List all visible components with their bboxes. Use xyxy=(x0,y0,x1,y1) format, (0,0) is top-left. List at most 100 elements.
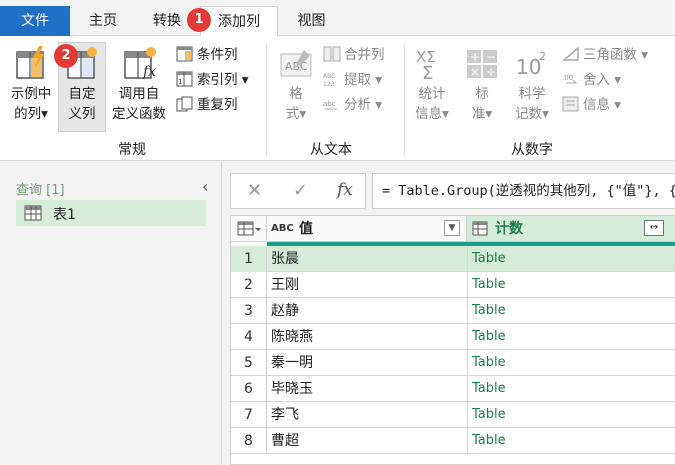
svg-text:Σ: Σ xyxy=(422,63,433,82)
group-label-general: 常规 xyxy=(118,142,146,158)
table-row[interactable]: 4 陈晓燕 Table xyxy=(231,324,675,350)
index-column-button[interactable]: 1 索引列 ▾ xyxy=(176,69,249,91)
statistics-button[interactable]: XΣ Σ 统计 信息▾ xyxy=(410,46,454,124)
row-number[interactable]: 3 xyxy=(231,298,267,324)
formula-expression-input[interactable]: = Table.Group(逆透视的其他列, {"值"}, {{"计数", ea… xyxy=(372,173,675,209)
row-number[interactable]: 6 xyxy=(231,376,267,402)
column-from-examples-button[interactable]: 示例中 的列▾ xyxy=(6,46,56,124)
column-header-count-label: 计数 xyxy=(495,221,523,237)
cancel-formula-icon[interactable]: ✕ xyxy=(247,180,262,201)
scientific-label-1: 科学 xyxy=(518,86,546,102)
svg-text:ABC: ABC xyxy=(323,73,335,80)
tab-file[interactable]: 文件 xyxy=(0,6,70,36)
column-from-examples-label-2: 的列▾ xyxy=(14,106,48,122)
query-item-table1[interactable]: 表1 xyxy=(16,200,206,226)
scientific-label-2-text: 记数 xyxy=(515,106,543,122)
cell-table-link[interactable]: Table xyxy=(472,246,506,272)
format-abc-icon: ABC xyxy=(280,50,312,77)
cell-value[interactable]: 赵静 xyxy=(271,298,299,324)
column-header-count[interactable]: 计数 ↔ xyxy=(467,216,675,242)
standard-label-1: 标 xyxy=(475,86,489,102)
svg-text:ABC: ABC xyxy=(285,60,308,73)
row-number[interactable]: 1 xyxy=(231,246,267,272)
cell-table-link[interactable]: Table xyxy=(472,324,506,350)
row-number[interactable]: 4 xyxy=(231,324,267,350)
cell-table-link[interactable]: Table xyxy=(472,376,506,402)
duplicate-column-button[interactable]: 重复列 xyxy=(176,94,238,116)
table-row[interactable]: 7 李飞 Table xyxy=(231,402,675,428)
row-number[interactable]: 7 xyxy=(231,402,267,428)
cell-table-link[interactable]: Table xyxy=(472,298,506,324)
table-icon xyxy=(24,205,42,221)
table-row[interactable]: 2 王刚 Table xyxy=(231,272,675,298)
table-row[interactable]: 5 秦一明 Table xyxy=(231,350,675,376)
format-label-2-text: 式 xyxy=(285,106,300,122)
svg-text:.00: .00 xyxy=(562,74,573,82)
cell-table-link[interactable]: Table xyxy=(472,402,506,428)
cell-table-link[interactable]: Table xyxy=(472,428,506,454)
svg-text:×: × xyxy=(470,65,480,79)
expand-column-icon[interactable]: ↔ xyxy=(644,220,664,236)
collapse-pane-chevron-icon[interactable]: ‹ xyxy=(202,177,208,196)
statistics-label-2-text: 信息 xyxy=(415,106,443,122)
table-row[interactable]: 6 毕晓玉 Table xyxy=(231,376,675,402)
table-menu-button[interactable] xyxy=(231,216,267,242)
column-header-value[interactable]: ABC 值 ▼ xyxy=(267,216,467,242)
table-row[interactable]: 8 曹超 Table xyxy=(231,428,675,454)
power-query-editor: 文件 主页 转换 添加列 视图 1 示例中 的列▾ 自定 义列 2 fx 调用自… xyxy=(0,0,675,465)
svg-text:1: 1 xyxy=(178,78,182,86)
invoke-function-label-2: 定义函数 xyxy=(112,106,166,122)
format-label-2: 式▾ xyxy=(285,106,307,122)
ribbon-separator xyxy=(266,44,267,156)
conditional-column-button[interactable]: 条件列 xyxy=(176,44,238,66)
standard-button[interactable]: + − × ÷ 标 准▾ xyxy=(460,46,504,124)
queries-pane: 查询 [1] ‹ 表1 xyxy=(0,162,222,465)
conditional-column-label: 条件列 xyxy=(197,47,238,63)
trigonometry-button[interactable]: 三角函数 ▾ xyxy=(562,44,648,66)
type-text-icon[interactable]: ABC xyxy=(271,216,294,242)
index-column-icon: 1 xyxy=(176,71,193,87)
tab-view[interactable]: 视图 xyxy=(284,6,339,36)
scientific-button[interactable]: 10 2 科学 记数▾ xyxy=(508,46,556,124)
column-from-examples-label-1: 示例中 xyxy=(10,86,52,102)
tab-home[interactable]: 主页 xyxy=(78,6,128,36)
table-row[interactable]: 1 张晨 Table xyxy=(231,246,675,272)
svg-text:÷: ÷ xyxy=(486,65,496,79)
cell-value[interactable]: 毕晓玉 xyxy=(271,376,313,402)
cell-table-link[interactable]: Table xyxy=(472,272,506,298)
cell-value[interactable]: 曹超 xyxy=(271,428,299,454)
row-number[interactable]: 8 xyxy=(231,428,267,454)
row-number[interactable]: 2 xyxy=(231,272,267,298)
format-button[interactable]: ABC 格 式▾ xyxy=(274,46,318,124)
tab-add-column[interactable]: 添加列 xyxy=(200,6,278,37)
svg-text:abc: abc xyxy=(323,100,336,108)
cell-value[interactable]: 陈晓燕 xyxy=(271,324,313,350)
cell-value[interactable]: 王刚 xyxy=(271,272,299,298)
extract-button[interactable]: ABC 123 提取 ▾ xyxy=(323,69,382,91)
parse-icon: abc xyxy=(323,100,337,110)
custom-column-label-2: 义列 xyxy=(68,106,96,122)
standard-label-2: 准▾ xyxy=(471,106,493,122)
cell-value[interactable]: 张晨 xyxy=(271,246,299,272)
invoke-custom-function-button[interactable]: fx 调用自 定义函数 xyxy=(108,46,170,124)
information-button[interactable]: 信息 ▾ xyxy=(562,94,621,116)
svg-text:2: 2 xyxy=(539,50,546,63)
cell-value[interactable]: 秦一明 xyxy=(271,350,313,376)
svg-text:−: − xyxy=(486,50,496,64)
filter-dropdown-icon[interactable]: ▼ xyxy=(444,220,460,236)
rounding-button[interactable]: .00 舍入 ▾ xyxy=(562,69,621,91)
parse-button[interactable]: abc 分析 ▾ xyxy=(323,94,382,116)
information-label: 信息 xyxy=(583,97,610,113)
table-row[interactable]: 3 赵静 Table xyxy=(231,298,675,324)
tab-transform[interactable]: 转换 xyxy=(142,6,192,36)
data-grid: ABC 值 ▼ 计数 ↔ 1 张晨 Table 2 王刚 Table 3 赵静 Table 4 陈晓… xyxy=(230,215,675,465)
cell-table-link[interactable]: Table xyxy=(472,350,506,376)
step-badge-2: 2 xyxy=(54,44,78,68)
fx-insert-function-icon[interactable]: fx xyxy=(337,180,353,200)
cell-value[interactable]: 李飞 xyxy=(271,402,299,428)
confirm-formula-icon[interactable]: ✓ xyxy=(293,180,308,201)
standard-operations-icon: + − × ÷ xyxy=(467,50,497,79)
column-header-value-label: 值 xyxy=(299,221,313,237)
row-number[interactable]: 5 xyxy=(231,350,267,376)
merge-columns-button[interactable]: 合并列 xyxy=(323,44,385,66)
